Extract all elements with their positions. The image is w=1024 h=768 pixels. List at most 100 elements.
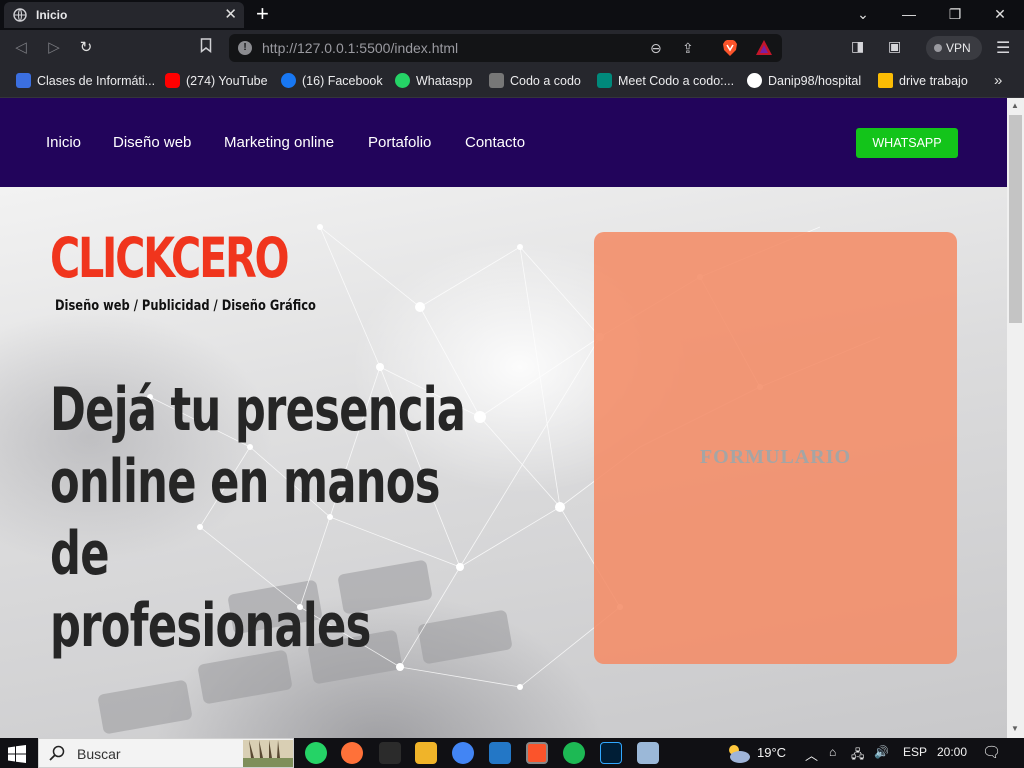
bookmark-item[interactable]: Danip98/hospital bbox=[747, 73, 861, 91]
url-host: http://127.0.0.1 bbox=[262, 40, 356, 56]
headline-line: online en manos de bbox=[50, 447, 440, 589]
tab-title: Inicio bbox=[36, 8, 68, 22]
bookmark-label: (16) Facebook bbox=[302, 74, 383, 88]
file-explorer-icon[interactable] bbox=[415, 742, 437, 764]
search-placeholder: Buscar bbox=[77, 746, 121, 762]
bookmark-label: Meet Codo a codo:... bbox=[618, 74, 735, 88]
tab-inicio[interactable]: Inicio ✕ bbox=[4, 2, 244, 28]
bookmark-item[interactable]: (274) YouTube bbox=[165, 73, 268, 91]
scroll-up-icon[interactable]: ▲ bbox=[1011, 101, 1019, 110]
brave-app-icon[interactable] bbox=[526, 742, 548, 764]
url-path: :5500/index.html bbox=[355, 40, 459, 56]
windows-taskbar: Buscar 19°C ︿ ⌂ 🖧 🔊 ESP 20:00 🗨 bbox=[0, 738, 1024, 768]
whatsapp-button[interactable]: WHATSAPP bbox=[856, 128, 958, 158]
bookmark-item[interactable]: Clases de Informáti... bbox=[16, 73, 155, 91]
bookmark-label: drive trabajo bbox=[899, 74, 968, 88]
whatsapp-app-icon[interactable] bbox=[305, 742, 327, 764]
address-bar[interactable]: ! http://127.0.0.1:5500/index.html ⊖ ⇪ bbox=[229, 34, 782, 62]
search-highlight-image bbox=[243, 740, 293, 767]
menu-icon[interactable]: ☰ bbox=[996, 38, 1010, 58]
weather-temperature[interactable]: 19°C bbox=[757, 745, 786, 760]
back-icon[interactable]: ◁ bbox=[11, 38, 31, 56]
drive-icon bbox=[878, 73, 893, 88]
bookmark-item[interactable]: Codo a codo bbox=[489, 73, 581, 91]
scroll-thumb[interactable] bbox=[1009, 115, 1022, 323]
forward-icon[interactable]: ▷ bbox=[44, 38, 64, 56]
share-icon[interactable]: ⇪ bbox=[682, 40, 694, 57]
whatsapp-icon bbox=[395, 73, 410, 88]
dev-tool-app-icon[interactable] bbox=[379, 742, 401, 764]
spotify-app-icon[interactable] bbox=[563, 742, 585, 764]
webcam-icon[interactable]: ⌂ bbox=[829, 745, 836, 759]
bookmark-label: Codo a codo bbox=[510, 74, 581, 88]
site-navbar: Inicio Diseño web Marketing online Porta… bbox=[0, 98, 1007, 187]
form-label: FORMULARIO bbox=[699, 446, 852, 468]
contact-form-panel[interactable]: FORMULARIO bbox=[594, 232, 957, 664]
brave-shields-icon[interactable] bbox=[722, 39, 738, 60]
windows-start-icon[interactable] bbox=[8, 745, 26, 763]
globe-icon bbox=[13, 8, 27, 22]
github-icon bbox=[747, 73, 762, 88]
reload-icon[interactable]: ↻ bbox=[76, 38, 96, 56]
notifications-icon[interactable]: 🗨 bbox=[982, 743, 1001, 761]
nav-diseno-web[interactable]: Diseño web bbox=[113, 134, 191, 151]
classroom-icon bbox=[16, 73, 31, 88]
bookmarks-bar: Clases de Informáti... (274) YouTube (16… bbox=[0, 66, 1024, 98]
bookmark-icon[interactable] bbox=[196, 38, 216, 57]
meet-icon bbox=[597, 73, 612, 88]
vpn-status-dot bbox=[934, 44, 942, 52]
zoom-icon[interactable]: ⊖ bbox=[650, 40, 662, 57]
url-text[interactable]: http://127.0.0.1:5500/index.html bbox=[262, 40, 458, 56]
site-logo: CLICKCERO bbox=[50, 226, 290, 290]
scroll-down-icon[interactable]: ▼ bbox=[1011, 724, 1019, 733]
bookmark-item[interactable]: Whataspp bbox=[395, 73, 472, 91]
clock[interactable]: 20:00 bbox=[937, 745, 967, 759]
bookmark-label: Clases de Informáti... bbox=[37, 74, 156, 88]
volume-icon[interactable]: 🔊 bbox=[874, 745, 889, 759]
codoacodo-icon bbox=[489, 73, 504, 88]
screen: Inicio ✕ + ⌄ — ❐ ✕ ◁ ▷ ↻ ! http://127.0.… bbox=[0, 0, 1024, 768]
notepad-app-icon[interactable] bbox=[637, 742, 659, 764]
headline-line: Dejá tu presencia bbox=[50, 375, 466, 445]
new-tab-button[interactable]: + bbox=[256, 2, 269, 26]
bookmark-label: Danip98/hospital bbox=[768, 74, 862, 88]
wallet-icon[interactable]: ▣ bbox=[888, 38, 901, 55]
nav-portafolio[interactable]: Portafolio bbox=[368, 134, 431, 151]
web-page: Inicio Diseño web Marketing online Porta… bbox=[0, 98, 1007, 738]
nav-marketing-online[interactable]: Marketing online bbox=[224, 134, 334, 151]
tray-overflow-chevron-icon[interactable]: ︿ bbox=[805, 745, 818, 764]
sidebar-icon[interactable]: ◨ bbox=[851, 38, 864, 55]
page-scrollbar[interactable]: ▲ ▼ bbox=[1007, 98, 1024, 738]
network-icon[interactable]: 🖧 bbox=[851, 745, 864, 766]
vscode-app-icon[interactable] bbox=[489, 742, 511, 764]
taskbar-search[interactable]: Buscar bbox=[38, 738, 294, 768]
site-info-icon[interactable]: ! bbox=[238, 41, 252, 55]
nav-contacto[interactable]: Contacto bbox=[465, 134, 525, 151]
brave-rewards-icon[interactable] bbox=[755, 39, 773, 59]
headline-line: profesionales bbox=[50, 591, 371, 661]
firefox-app-icon[interactable] bbox=[341, 742, 363, 764]
tab-list-chevron-icon[interactable]: ⌄ bbox=[852, 4, 874, 24]
bookmark-label: (274) YouTube bbox=[186, 74, 268, 88]
restore-button[interactable]: ❐ bbox=[944, 4, 966, 24]
chrome-app-icon[interactable] bbox=[452, 742, 474, 764]
close-tab-icon[interactable]: ✕ bbox=[224, 5, 237, 23]
bookmark-label: Whataspp bbox=[416, 74, 473, 88]
facebook-icon bbox=[281, 73, 296, 88]
minimize-button[interactable]: — bbox=[898, 4, 920, 24]
close-window-button[interactable]: ✕ bbox=[989, 4, 1011, 24]
bookmark-item[interactable]: drive trabajo bbox=[878, 73, 968, 91]
browser-toolbar: ◁ ▷ ↻ ! http://127.0.0.1:5500/index.html… bbox=[0, 30, 1024, 66]
bookmark-item[interactable]: Meet Codo a codo:... bbox=[597, 73, 734, 91]
hero-headline: Dejá tu presencia online en manos de pro… bbox=[50, 374, 511, 662]
weather-cloud-icon[interactable] bbox=[725, 742, 751, 764]
language-indicator[interactable]: ESP bbox=[903, 745, 927, 759]
youtube-icon bbox=[165, 73, 180, 88]
bookmark-item[interactable]: (16) Facebook bbox=[281, 73, 383, 91]
tab-strip: Inicio ✕ + ⌄ — ❐ ✕ bbox=[0, 0, 1024, 30]
more-bookmarks-icon[interactable]: » bbox=[994, 72, 1002, 89]
vpn-button[interactable]: VPN bbox=[926, 36, 982, 60]
photoshop-app-icon[interactable] bbox=[600, 742, 622, 764]
search-icon bbox=[49, 745, 65, 761]
nav-inicio[interactable]: Inicio bbox=[46, 134, 81, 151]
